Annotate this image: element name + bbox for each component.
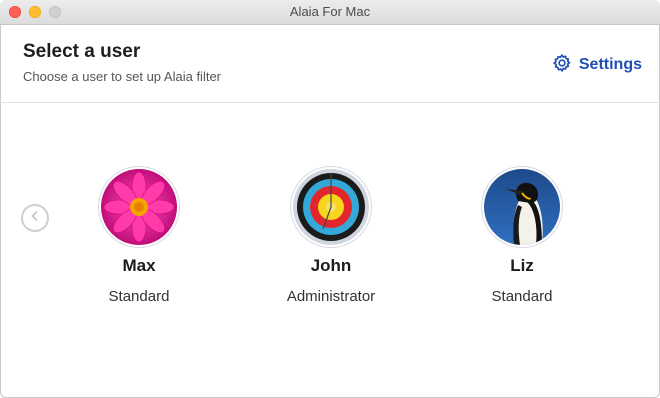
chevron-left-icon — [29, 209, 41, 227]
user-card-max[interactable]: Max Standard — [59, 166, 219, 305]
avatar — [290, 166, 372, 248]
settings-button[interactable]: Settings — [552, 53, 642, 78]
user-role: Standard — [491, 288, 553, 305]
gear-icon — [552, 53, 572, 78]
user-card-john[interactable]: John Administrator — [251, 166, 411, 305]
user-name: John — [310, 256, 352, 275]
penguin-avatar-icon — [484, 169, 560, 245]
settings-label: Settings — [578, 56, 642, 73]
avatar — [98, 166, 180, 248]
page-title: Select a user — [23, 41, 141, 62]
user-name: Max — [122, 256, 156, 275]
title-bar: Alaia For Mac — [0, 0, 660, 25]
flower-avatar-icon — [101, 169, 177, 245]
target-avatar-icon — [293, 169, 369, 245]
page-subtitle: Choose a user to set up Alaia filter — [23, 69, 222, 84]
app-window: Alaia For Mac Select a user Choose a use… — [0, 0, 660, 398]
window-title: Alaia For Mac — [289, 4, 371, 19]
avatar — [481, 166, 563, 248]
page-header: Select a user Choose a user to set up Al… — [0, 25, 660, 103]
user-card-liz[interactable]: Liz Standard — [442, 166, 602, 305]
user-role: Administrator — [286, 288, 376, 305]
user-role: Standard — [108, 288, 170, 305]
previous-users-button[interactable] — [21, 204, 49, 232]
user-name: Liz — [510, 256, 534, 275]
